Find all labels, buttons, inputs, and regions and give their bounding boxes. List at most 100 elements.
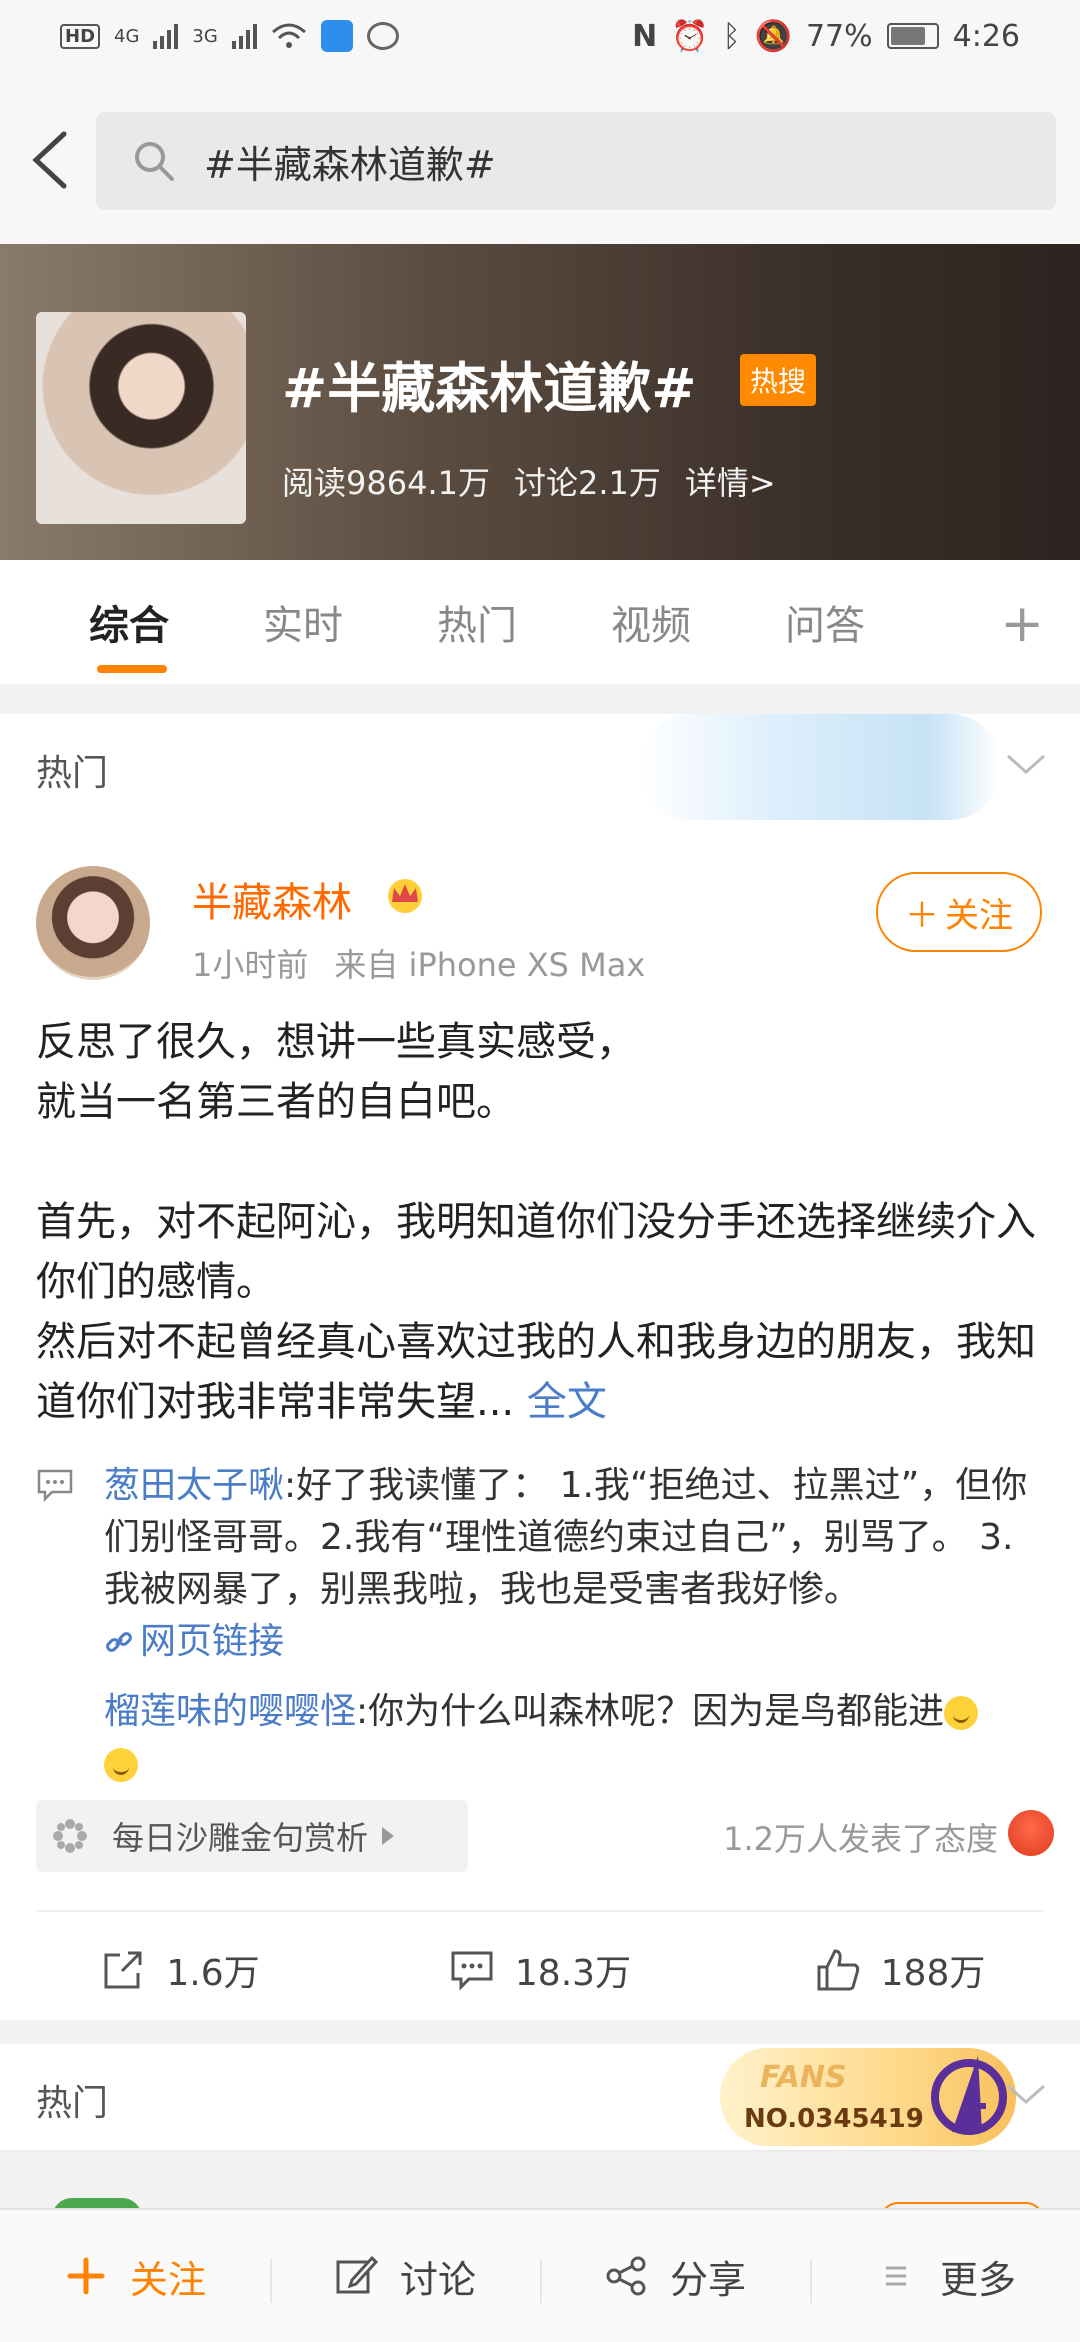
attitude-count: 1.2万人发表了态度: [723, 1820, 998, 1858]
like-button[interactable]: 188万: [720, 1944, 1080, 1996]
follow-button[interactable]: ＋ 关注: [876, 872, 1042, 952]
web-link[interactable]: 网页链接: [104, 1616, 284, 1668]
search-box[interactable]: #半藏森林道歉#: [96, 112, 1056, 210]
crown-icon: [388, 879, 422, 913]
tab-comprehensive[interactable]: 综合: [42, 593, 216, 673]
search-header: #半藏森林道歉#: [0, 72, 1080, 244]
post-card: 半藏森林 1小时前 来自 iPhone XS Max ＋ 关注 反思了很久，想讲…: [0, 820, 1080, 2020]
plus-icon: ＋: [905, 895, 939, 936]
smile-emoji-icon: [944, 1696, 979, 1730]
status-left: HD 4G 3G: [60, 20, 399, 52]
arrow-right-icon: [382, 1827, 395, 1845]
bluetooth-icon: ᛒ: [722, 18, 741, 54]
thumbs-up-icon: [817, 1949, 859, 1991]
fans-number: NO.0345419: [744, 2104, 924, 2134]
link-icon: [106, 1632, 132, 1652]
clock: 4:26: [952, 18, 1020, 54]
status-bar: HD 4G 3G Ν ⏰ ᛒ 🔕 77% 4:26: [0, 0, 1080, 72]
add-tab-icon[interactable]: +: [1000, 594, 1044, 654]
tab-video[interactable]: 视频: [564, 593, 738, 651]
wechat-icon: [366, 22, 399, 50]
menu-icon: [885, 2266, 906, 2286]
supertopic-tag[interactable]: 每日沙雕金句赏析: [36, 1800, 468, 1872]
avatar[interactable]: [36, 866, 150, 980]
comment-item[interactable]: 榴莲味的嘤嘤怪:你为什么叫森林呢？因为是鸟都能进: [104, 1686, 1046, 1790]
post-line: 首先，对不起阿沁，我明知道你们没分手还选择继续介入你们的感情。: [36, 1199, 1036, 1305]
comment-bubble-icon: [37, 1469, 73, 1502]
alarm-icon: ⏰: [671, 18, 709, 54]
topic-thumbnail[interactable]: [36, 312, 246, 524]
share-icon: [606, 2256, 646, 2296]
battery-icon: [886, 23, 939, 49]
read-more-link[interactable]: 全文: [527, 1379, 607, 1425]
battery-percent: 77%: [805, 18, 873, 54]
post-text[interactable]: 反思了很久，想讲一些真实感受， 就当一名第三者的自白吧。 首先，对不起阿沁，我明…: [36, 1012, 1046, 1432]
chevron-down-icon[interactable]: [1006, 2082, 1046, 2106]
bottom-more-label: 更多: [939, 2257, 1016, 2302]
comment-icon: [451, 1951, 493, 1991]
discussion-count: 讨论2.1万: [513, 464, 661, 502]
like-count: 188万: [880, 1953, 986, 1994]
post-line: 就当一名第三者的自白吧。: [36, 1079, 516, 1125]
network-3g-label: 3G: [192, 25, 218, 47]
details-link[interactable]: 详情>: [685, 458, 776, 504]
bottom-discuss-label: 讨论: [399, 2257, 476, 2302]
comment-item[interactable]: 葱田太子啾:好了我读懂了： 1.我“拒绝过、拉黑过”，但你们别怪哥哥。2.我有“…: [104, 1460, 1046, 1672]
supertopic-label: 每日沙雕金句赏析: [112, 1819, 369, 1857]
mute-icon: 🔕: [754, 18, 792, 54]
tab-bar: 综合 实时 热门 视频 问答 +: [0, 560, 1080, 684]
post-actions: 1.6万 18.3万 188万: [0, 1920, 1080, 2020]
post-line: 然后对不起曾经真心喜欢过我的人和我身边的朋友，我知道你们对我非常非常失望... …: [36, 1312, 1046, 1432]
bottom-share-button[interactable]: 分享: [540, 2249, 810, 2304]
section-header-hot-2: 热门 FANS NO.0345419: [0, 2044, 1080, 2152]
tab-hot[interactable]: 热门: [390, 593, 564, 651]
web-link-label: 网页链接: [140, 1621, 285, 1662]
repost-button[interactable]: 1.6万: [0, 1944, 360, 1996]
topic-banner: #半藏森林道歉# 热搜 阅读9864.1万 讨论2.1万 详情>: [0, 244, 1080, 560]
section-header-hot: 热门: [0, 714, 1080, 822]
tab-qa[interactable]: 问答: [738, 593, 912, 651]
signal-icon-2: [231, 23, 257, 49]
comment-text: :你为什么叫森林呢？因为是鸟都能进: [356, 1691, 945, 1732]
hd-badge: HD: [60, 23, 101, 49]
bottom-action-bar: 关注 讨论 分享 更多: [0, 2208, 1080, 2342]
app-notification-icon: [320, 20, 353, 52]
chevron-down-icon[interactable]: [1006, 752, 1046, 776]
post-meta: 1小时前 来自 iPhone XS Max: [192, 940, 645, 986]
post-author[interactable]: 半藏森林: [192, 870, 352, 928]
bottom-follow-button[interactable]: 关注: [0, 2249, 270, 2304]
section-title: 热门: [36, 2083, 109, 2124]
post-source: 来自 iPhone XS Max: [334, 946, 646, 984]
tab-realtime[interactable]: 实时: [216, 593, 390, 651]
fans-badge[interactable]: FANS NO.0345419: [720, 2048, 1016, 2146]
hot-comments: 葱田太子啾:好了我读懂了： 1.我“拒绝过、拉黑过”，但你们别怪哥哥。2.我有“…: [36, 1460, 1046, 1790]
topic-stats: 阅读9864.1万 讨论2.1万 详情>: [282, 458, 776, 504]
wifi-icon: [271, 23, 306, 48]
nfc-icon: Ν: [632, 18, 658, 54]
commenter-name[interactable]: 榴莲味的嘤嘤怪: [104, 1691, 356, 1732]
supertopic-icon: [53, 1819, 87, 1853]
section-title: 热门: [36, 753, 109, 794]
bottom-discuss-button[interactable]: 讨论: [270, 2249, 540, 2304]
cloud-decoration: [640, 714, 1000, 820]
status-right: Ν ⏰ ᛒ 🔕 77% 4:26: [632, 19, 1020, 54]
bottom-share-label: 分享: [669, 2257, 746, 2302]
repost-count: 1.6万: [166, 1953, 260, 1994]
plus-icon: [67, 2257, 105, 2295]
divider: [36, 1910, 1044, 1912]
commenter-name[interactable]: 葱田太子啾: [104, 1465, 284, 1506]
search-input[interactable]: #半藏森林道歉#: [204, 134, 496, 189]
back-arrow-icon[interactable]: [28, 130, 72, 190]
comment-button[interactable]: 18.3万: [360, 1944, 720, 1996]
signal-icon: [153, 23, 179, 49]
topic-title: #半藏森林道歉#: [282, 357, 697, 420]
avengers-logo-icon: [931, 2056, 1007, 2135]
bottom-more-button[interactable]: 更多: [810, 2249, 1080, 2304]
fans-label: FANS: [760, 2060, 847, 2095]
post-line: 反思了很久，想讲一些真实感受，: [36, 1019, 636, 1065]
search-icon: [135, 142, 174, 181]
angry-emoji-icon[interactable]: [1008, 1810, 1054, 1856]
bottom-follow-label: 关注: [129, 2257, 206, 2302]
comment-count: 18.3万: [514, 1953, 632, 1994]
hot-badge: 热搜: [740, 354, 817, 406]
